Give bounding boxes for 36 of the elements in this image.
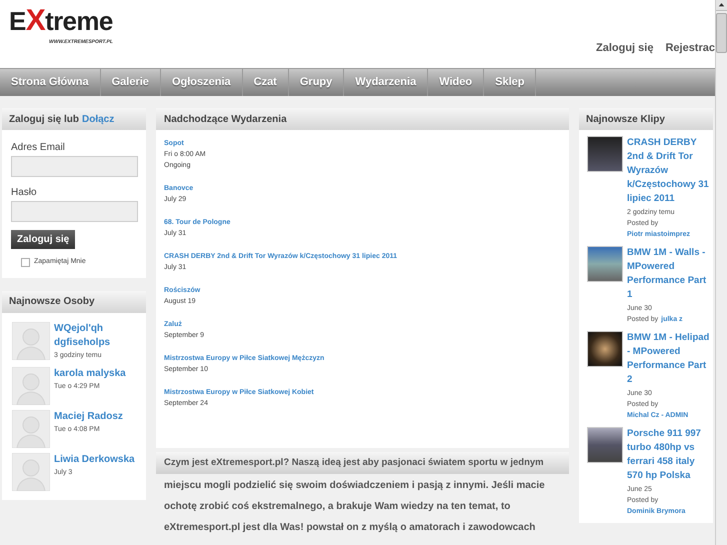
clip-title-link[interactable]: BMW 1M - Walls - MPowered Performance Part 1 [627, 246, 712, 302]
panel-title: Zaloguj się lub Dołącz [2, 108, 146, 130]
email-input[interactable] [11, 156, 138, 177]
video-thumbnail[interactable] [587, 136, 623, 172]
member-name-link[interactable]: Liwia Derkowska [54, 452, 135, 466]
field-label: Hasło [11, 186, 38, 200]
video-thumbnail[interactable] [587, 246, 623, 282]
about-text: eXtremesport.pl jest dla Was! powstał on z myślą o amatorach i zawodowcach [164, 521, 536, 535]
member-name-link[interactable]: WQejol'qh dgfiseholps [54, 322, 136, 350]
avatar-placeholder[interactable] [12, 410, 50, 448]
clip-title-link[interactable]: Porsche 911 997 turbo 480hp vs ferrari 458 italy 570 hp Polska [627, 427, 712, 483]
about-text: miejscu mogli podzielić się swoim doświadczeniem i pasją z innymi. Jeśli macie [164, 479, 546, 493]
avatar-placeholder[interactable] [12, 452, 50, 490]
clip-title-link[interactable]: BMW 1M - Helipad - MPowered Performance Part 2 [627, 331, 712, 387]
member-name-link[interactable]: karola malyska [54, 366, 126, 380]
about-heading: Czym jest eXtremesport.pl? Naszą ideą jest aby pasjonaci światem sportu w jednym [156, 452, 569, 474]
field-label: Adres Email [11, 141, 66, 155]
video-thumbnail[interactable] [587, 427, 623, 463]
member-name-link[interactable]: Maciej Radosz [54, 410, 123, 424]
clip-title-link[interactable]: CRASH DERBY 2nd & Drift Tor Wyrazów k/Częstochowy 31 lipiec 2011 [627, 136, 712, 206]
scroll-up-icon[interactable] [716, 0, 727, 11]
scrollbar-thumb[interactable] [716, 13, 727, 53]
remember-checkbox[interactable] [21, 258, 30, 267]
header-link[interactable]: Rejestrac [665, 40, 715, 56]
panel-title: Nadchodzące Wydarzenia [156, 108, 569, 130]
header-link[interactable]: Zaloguj się [596, 40, 654, 56]
panel-title: Najnowsze Osoby [2, 290, 146, 312]
avatar-placeholder[interactable] [12, 366, 50, 404]
password-input[interactable] [11, 201, 138, 222]
scrollbar[interactable] [715, 0, 727, 545]
video-thumbnail[interactable] [587, 331, 623, 367]
login-button[interactable]: Zaloguj się [11, 230, 76, 249]
panel-title: Najnowsze Klipy [579, 108, 713, 130]
avatar-placeholder[interactable] [12, 322, 50, 360]
join-link[interactable]: Dołącz [82, 112, 114, 126]
about-text: ochotę zrobić coś ekstremalnego, a brakuje Wam wiedzy na ten temat, to [164, 500, 512, 514]
